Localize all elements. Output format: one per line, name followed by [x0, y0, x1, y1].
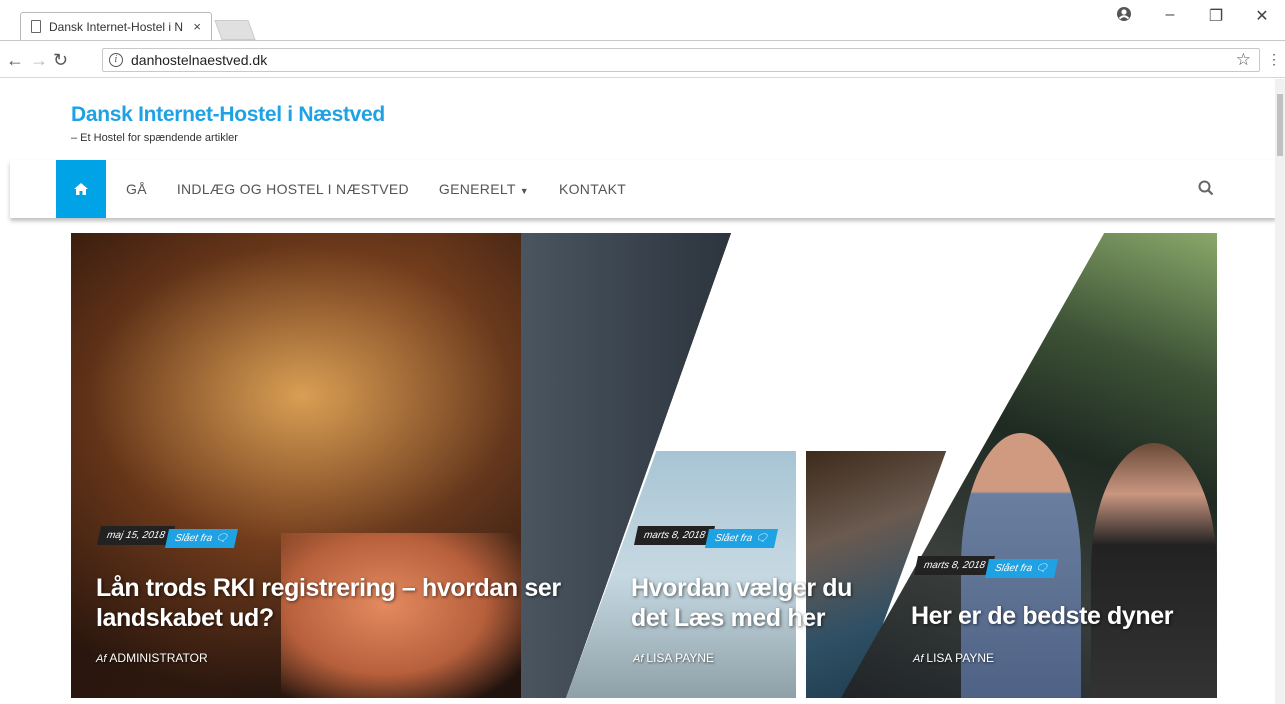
- slide-1-meta: maj 15, 2018 Slået fra 🗨: [96, 523, 238, 548]
- bookmark-star-icon[interactable]: ☆: [1236, 50, 1251, 70]
- close-window-button[interactable]: ✕: [1239, 6, 1285, 27]
- post-date: maj 15, 2018: [96, 526, 175, 545]
- comments-badge[interactable]: Slået fra 🗨: [985, 559, 1058, 578]
- author-prefix: Af: [633, 653, 644, 665]
- slide-3-decor-person: [1091, 443, 1217, 698]
- site-tagline: – Et Hostel for spændende artikler: [71, 132, 238, 144]
- post-title[interactable]: Her er de bedste dyner: [911, 601, 1211, 631]
- author-name: ADMINISTRATOR: [109, 651, 208, 665]
- scrollbar-thumb[interactable]: [1277, 94, 1283, 156]
- nav-item-generelt-label: GENERELT: [438, 181, 516, 197]
- site-title[interactable]: Dansk Internet-Hostel i Næstved: [71, 103, 385, 127]
- comments-label: Slået fra: [713, 533, 754, 544]
- restore-button[interactable]: ❐: [1193, 6, 1239, 27]
- author-prefix: Af: [96, 653, 107, 665]
- nav-menu: GÅ INDLÆG OG HOSTEL I NÆSTVED GENERELT ▼ …: [126, 160, 626, 218]
- comments-label: Slået fra: [993, 563, 1034, 574]
- profile-icon[interactable]: [1101, 6, 1147, 27]
- tab-close-icon[interactable]: ×: [193, 19, 201, 34]
- slide-2-meta: marts 8, 2018 Slået fra 🗨: [633, 523, 778, 548]
- nav-item-generelt[interactable]: GENERELT ▼: [439, 181, 529, 197]
- browser-tab[interactable]: Dansk Internet-Hostel i N ×: [20, 12, 212, 40]
- search-icon[interactable]: [1198, 180, 1214, 196]
- new-tab-button[interactable]: [214, 20, 256, 40]
- post-title[interactable]: Hvordan vælger du det Læs med her: [631, 573, 881, 633]
- post-author[interactable]: Af LISA PAYNE: [633, 651, 714, 665]
- comments-label: Slået fra: [173, 533, 214, 544]
- url-input[interactable]: i danhostelnaestved.dk ☆: [102, 48, 1260, 72]
- post-date: marts 8, 2018: [633, 526, 716, 545]
- home-icon: [74, 183, 88, 195]
- page-scrollbar[interactable]: [1275, 79, 1285, 704]
- home-button[interactable]: [56, 160, 106, 218]
- browser-tabbar: Dansk Internet-Hostel i N × – ❐ ✕: [0, 0, 1285, 40]
- tab-title: Dansk Internet-Hostel i N: [49, 19, 184, 34]
- featured-slider: maj 15, 2018 Slået fra 🗨 Lån trods RKI r…: [71, 233, 1217, 698]
- reload-icon[interactable]: ↻: [53, 50, 68, 71]
- back-arrow-icon[interactable]: ←: [6, 50, 24, 71]
- caret-down-icon: ▼: [519, 186, 529, 196]
- author-name: LISA PAYNE: [646, 651, 714, 665]
- post-author[interactable]: Af LISA PAYNE: [913, 651, 994, 665]
- post-author[interactable]: Af ADMINISTRATOR: [96, 651, 208, 665]
- minimize-button[interactable]: –: [1147, 6, 1193, 27]
- main-navigation: GÅ INDLÆG OG HOSTEL I NÆSTVED GENERELT ▼ …: [10, 160, 1276, 218]
- url-text: danhostelnaestved.dk: [131, 52, 268, 68]
- comments-badge[interactable]: Slået fra 🗨: [705, 529, 778, 548]
- address-bar-row: ← → ↻ i danhostelnaestved.dk ☆ ⋮: [0, 40, 1285, 78]
- forward-arrow-icon[interactable]: →: [30, 50, 48, 71]
- nav-item-indlaeg[interactable]: INDLÆG OG HOSTEL I NÆSTVED: [177, 181, 409, 197]
- page-icon: [31, 20, 41, 33]
- slide-3-meta: marts 8, 2018 Slået fra 🗨: [913, 553, 1058, 578]
- nav-item-ga[interactable]: GÅ: [126, 181, 147, 197]
- menu-kebab-icon[interactable]: ⋮: [1267, 51, 1281, 68]
- post-title[interactable]: Lån trods RKI registrering – hvordan ser…: [96, 573, 596, 633]
- window-controls: – ❐ ✕: [1101, 6, 1285, 27]
- post-date: marts 8, 2018: [913, 556, 996, 575]
- author-name: LISA PAYNE: [926, 651, 994, 665]
- comments-badge[interactable]: Slået fra 🗨: [164, 529, 238, 548]
- info-icon[interactable]: i: [109, 53, 123, 67]
- author-prefix: Af: [913, 653, 924, 665]
- nav-item-kontakt[interactable]: KONTAKT: [559, 181, 626, 197]
